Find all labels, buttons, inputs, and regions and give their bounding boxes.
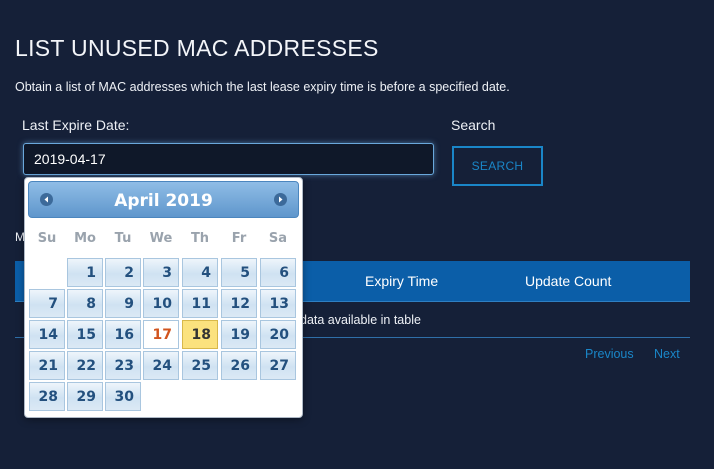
weekday-header: Sa <box>268 231 288 246</box>
datepicker-day[interactable]: 21 <box>29 351 65 380</box>
datepicker-day[interactable]: 5 <box>221 258 257 287</box>
weekday-header: Mo <box>74 231 96 246</box>
datepicker-day[interactable]: 16 <box>105 320 141 349</box>
column-update-count[interactable]: Update Count <box>525 273 611 289</box>
table-empty-message: data available in table <box>300 313 421 327</box>
pagination-previous-link[interactable]: Previous <box>585 347 634 361</box>
datepicker-day[interactable]: 29 <box>67 382 103 411</box>
datepicker-month-title: April 2019 <box>114 191 213 211</box>
datepicker-day[interactable]: 11 <box>182 289 218 318</box>
search-label: Search <box>451 117 496 133</box>
datepicker-day[interactable]: 17 <box>143 320 179 349</box>
page-title: LIST UNUSED MAC ADDRESSES <box>15 35 379 62</box>
datepicker-day[interactable]: 10 <box>143 289 179 318</box>
datepicker-day[interactable]: 27 <box>260 351 296 380</box>
pagination-next-link[interactable]: Next <box>654 347 680 361</box>
page-description: Obtain a list of MAC addresses which the… <box>15 80 510 94</box>
weekday-header: Su <box>37 231 57 246</box>
datepicker-popup: April 2019 Su Mo Tu We Th Fr Sa 1 2 3 4 5 6 7 8 9 10 11 12… <box>24 177 303 418</box>
datepicker-day[interactable]: 1 <box>67 258 103 287</box>
last-expire-date-input[interactable] <box>23 143 434 175</box>
datepicker-day[interactable]: 24 <box>143 351 179 380</box>
datepicker-header: April 2019 <box>28 181 299 218</box>
datepicker-day[interactable]: 28 <box>29 382 65 411</box>
datepicker-day[interactable]: 25 <box>182 351 218 380</box>
datepicker-day[interactable]: 15 <box>67 320 103 349</box>
datepicker-day[interactable]: 22 <box>67 351 103 380</box>
datepicker-day[interactable]: 9 <box>105 289 141 318</box>
weekday-header: Tu <box>114 231 132 246</box>
datepicker-day[interactable]: 6 <box>260 258 296 287</box>
datepicker-day[interactable]: 30 <box>105 382 141 411</box>
column-expiry-time[interactable]: Expiry Time <box>365 273 438 289</box>
last-expire-date-label: Last Expire Date: <box>22 117 130 133</box>
datepicker-day[interactable]: 13 <box>260 289 296 318</box>
datepicker-day[interactable]: 4 <box>182 258 218 287</box>
weekday-header: Fr <box>231 231 247 246</box>
datepicker-day[interactable]: 8 <box>67 289 103 318</box>
datepicker-day[interactable]: 3 <box>143 258 179 287</box>
datepicker-day[interactable]: 20 <box>260 320 296 349</box>
datepicker-day[interactable]: 12 <box>221 289 257 318</box>
datepicker-day[interactable]: 23 <box>105 351 141 380</box>
search-button[interactable]: SEARCH <box>452 146 543 186</box>
datepicker-day[interactable]: 26 <box>221 351 257 380</box>
weekday-header: We <box>149 231 173 246</box>
datepicker-day[interactable]: 18 <box>182 320 218 349</box>
datepicker-day[interactable]: 7 <box>29 289 65 318</box>
datepicker-day[interactable]: 2 <box>105 258 141 287</box>
weekday-header: Th <box>190 231 210 246</box>
datepicker-day[interactable]: 14 <box>29 320 65 349</box>
datepicker-day[interactable]: 19 <box>221 320 257 349</box>
chevron-right-icon[interactable] <box>274 193 287 206</box>
